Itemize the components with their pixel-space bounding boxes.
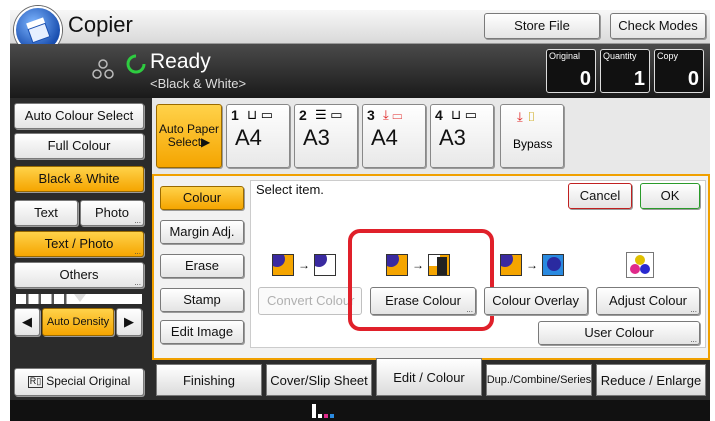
erase-menu-button[interactable]: Erase — [160, 254, 244, 278]
text-photo-label: Text / Photo — [44, 235, 114, 251]
app-title: Copier — [68, 12, 133, 37]
auto-paper-select-line2: Select▶ — [167, 135, 211, 149]
others-label: Others — [59, 266, 99, 282]
density-lighter-button[interactable]: ◀ — [14, 308, 40, 336]
density-darker-button[interactable]: ▶ — [116, 308, 142, 336]
tray-empty-icon: ⤓ ▭ — [383, 107, 403, 122]
photo-label: Photo — [95, 204, 129, 220]
tray-paper-icon: ☰ ▭ — [315, 107, 343, 122]
tray-paper-icon: ⊔ ▭ — [247, 107, 274, 122]
user-colour-button[interactable]: User Colour... — [538, 321, 700, 345]
bypass-button[interactable]: ⤓ ▯ Bypass — [500, 104, 564, 168]
full-colour-button[interactable]: Full Colour — [14, 133, 144, 159]
text-photo-button[interactable]: Text / Photo... — [14, 231, 144, 257]
text-button[interactable]: Text — [14, 200, 78, 226]
copy-counter: Copy 0 — [654, 49, 704, 93]
bypass-icon: ⤓ ▯ — [517, 109, 537, 124]
tab-edit-colour[interactable]: Edit / Colour — [376, 358, 482, 396]
tray-2-size: A3 — [303, 125, 330, 150]
tray-3-size: A4 — [371, 125, 398, 150]
triangle-right-icon: ▶ — [124, 313, 134, 329]
check-modes-button[interactable]: Check Modes — [610, 13, 706, 39]
tab-dup-combine-series[interactable]: Dup./Combine/Series — [486, 364, 592, 396]
tab-cover-slip-sheet[interactable]: Cover/Slip Sheet — [266, 364, 372, 396]
highlight-box — [348, 229, 494, 331]
copy-value: 0 — [687, 68, 699, 90]
ready-status-icon — [126, 54, 146, 79]
special-original-label: Special Original — [46, 374, 131, 389]
adjust-colour-icon — [626, 252, 654, 278]
auto-density-button[interactable]: Auto Density — [42, 308, 114, 336]
copier-screen: Copier Store File Check Modes Ready <Bla… — [0, 0, 715, 421]
others-button[interactable]: Others... — [14, 262, 144, 288]
tray-3-button[interactable]: 3 ⤓ ▭ A4 — [362, 104, 426, 168]
tray-4-size: A3 — [439, 125, 466, 150]
machine-icon — [88, 56, 118, 91]
tray-2-button[interactable]: 2 ☰ ▭ A3 — [294, 104, 358, 168]
copy-label: Copy — [657, 51, 679, 61]
auto-colour-select-button[interactable]: Auto Colour Select — [14, 103, 144, 129]
bottom-status-bar — [10, 400, 710, 421]
triangle-left-icon: ◀ — [22, 313, 32, 329]
user-colour-label: User Colour — [584, 324, 654, 340]
tray-1-number: 1 — [231, 107, 239, 123]
original-counter: Original 0 — [546, 49, 596, 93]
status-text: Ready — [150, 50, 211, 73]
special-original-button[interactable]: R▯ Special Original — [14, 368, 144, 396]
photo-button[interactable]: Photo... — [80, 200, 144, 226]
tab-finishing[interactable]: Finishing — [156, 364, 262, 396]
tray-paper-icon: ⊔ ▭ — [451, 107, 478, 122]
tray-3-number: 3 — [367, 107, 375, 123]
quantity-label: Quantity — [603, 51, 637, 61]
convert-colour-icon: → — [272, 254, 336, 276]
toner-level-icon — [312, 404, 342, 421]
stamp-menu-button[interactable]: Stamp — [160, 288, 244, 312]
edit-image-menu-button[interactable]: Edit Image — [160, 320, 244, 344]
bypass-label: Bypass — [513, 137, 553, 151]
colour-overlay-button[interactable]: Colour Overlay — [484, 287, 588, 315]
tray-4-number: 4 — [435, 107, 443, 123]
select-item-prompt: Select item. — [256, 182, 324, 197]
original-value: 0 — [579, 68, 591, 90]
ok-button[interactable]: OK — [640, 183, 700, 209]
tray-2-number: 2 — [299, 107, 307, 123]
colour-overlay-icon: → — [500, 254, 564, 276]
document-icon: R▯ — [27, 376, 44, 388]
store-file-button[interactable]: Store File — [484, 13, 600, 39]
tray-1-size: A4 — [235, 125, 262, 150]
quantity-value: 1 — [633, 68, 645, 90]
margin-adj-button[interactable]: Margin Adj. — [160, 220, 244, 244]
colour-menu-button[interactable]: Colour — [160, 186, 244, 210]
convert-colour-button[interactable]: Convert Colour — [258, 287, 362, 315]
density-pointer-icon — [74, 294, 86, 302]
adjust-colour-button[interactable]: Adjust Colour... — [596, 287, 700, 315]
cancel-button[interactable]: Cancel — [568, 183, 632, 209]
auto-paper-select-button[interactable]: Auto Paper Select▶ — [156, 104, 222, 168]
original-label: Original — [549, 51, 581, 61]
quantity-counter: Quantity 1 — [600, 49, 650, 93]
colour-mode-text: <Black & White> — [150, 76, 247, 91]
tab-reduce-enlarge[interactable]: Reduce / Enlarge — [596, 364, 706, 396]
adjust-colour-label: Adjust Colour — [608, 292, 688, 308]
tray-4-button[interactable]: 4 ⊔ ▭ A3 — [430, 104, 494, 168]
tray-1-button[interactable]: 1 ⊔ ▭ A4 — [226, 104, 290, 168]
black-white-button[interactable]: Black & White — [14, 166, 144, 192]
